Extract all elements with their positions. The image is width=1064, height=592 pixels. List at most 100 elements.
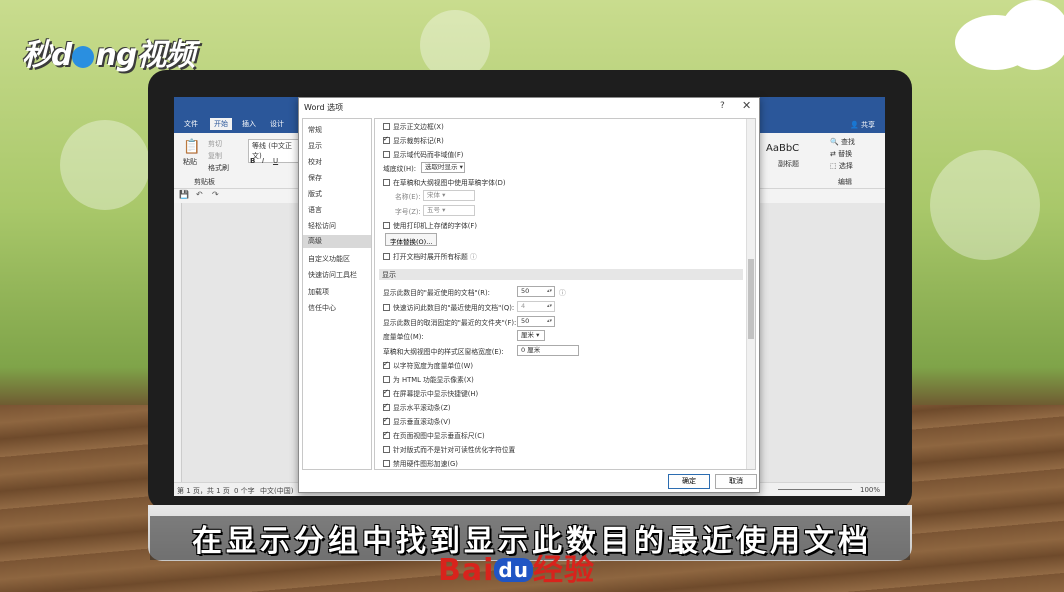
redo-icon[interactable]: ↷ bbox=[212, 190, 219, 199]
checkbox[interactable] bbox=[383, 416, 390, 425]
draft-font-name-select[interactable]: 宋体 ▾ bbox=[423, 190, 475, 201]
options-nav: 常规 显示 校对 保存 版式 语言 轻松访问 高级 自定义功能区 快速访问工具栏… bbox=[302, 118, 372, 470]
language-status[interactable]: 中文(中国) bbox=[260, 486, 293, 496]
find-button[interactable]: 🔍 查找 bbox=[830, 137, 855, 147]
option-draft-font[interactable]: 在草稿和大纲视图中使用草稿字体(D) bbox=[383, 177, 506, 187]
style-subtitle[interactable]: AaBbC bbox=[766, 143, 799, 154]
recent-docs-spinner[interactable]: 50 ▴▾ bbox=[517, 286, 555, 297]
spinner-arrows-icon[interactable]: ▴▾ bbox=[547, 317, 552, 326]
save-icon[interactable]: 💾 bbox=[179, 190, 189, 199]
nav-item-general[interactable]: 常规 bbox=[308, 125, 322, 135]
format-painter-button[interactable]: 格式刷 bbox=[208, 163, 229, 173]
checkbox[interactable] bbox=[383, 123, 390, 130]
info-icon[interactable]: ⓘ bbox=[559, 287, 566, 297]
nav-item-addins[interactable]: 加载项 bbox=[308, 287, 329, 297]
checkbox[interactable] bbox=[383, 446, 390, 453]
zoom-slider[interactable] bbox=[778, 489, 852, 490]
spinner-arrows-icon[interactable]: ▴▾ bbox=[547, 302, 552, 311]
nav-item-advanced[interactable]: 高级 bbox=[303, 235, 371, 248]
checkbox[interactable] bbox=[383, 253, 390, 260]
paste-icon[interactable]: 📋 bbox=[183, 139, 200, 155]
ok-button[interactable]: 确定 bbox=[668, 474, 710, 489]
checkbox[interactable] bbox=[383, 388, 390, 397]
tab-insert[interactable]: 插入 bbox=[242, 119, 256, 129]
cut-button[interactable]: 剪切 bbox=[208, 139, 222, 149]
option-disable-hw-accel[interactable]: 禁用硬件图形加速(G) bbox=[383, 458, 458, 468]
logo-play-icon bbox=[72, 46, 95, 68]
bold-button[interactable]: B bbox=[250, 157, 255, 165]
field-shading-select[interactable]: 选取时显示 ▾ bbox=[421, 162, 465, 173]
option-text-boundaries[interactable]: 显示正文边框(X) bbox=[383, 121, 444, 131]
scrollbar-thumb[interactable] bbox=[748, 259, 754, 339]
tab-home[interactable]: 开始 bbox=[210, 118, 232, 130]
option-field-codes[interactable]: 显示域代码而非域值(F) bbox=[383, 149, 463, 159]
page-count[interactable]: 第 1 页，共 1 页 bbox=[177, 486, 230, 496]
checkbox[interactable] bbox=[383, 304, 390, 311]
nav-item-display[interactable]: 显示 bbox=[308, 141, 322, 151]
quick-access-value: 4 bbox=[521, 302, 526, 310]
checkbox[interactable] bbox=[383, 376, 390, 383]
font-substitution-button[interactable]: 字体替换(O)... bbox=[385, 233, 438, 246]
option-label: 以字符宽度为度量单位(W) bbox=[393, 362, 473, 370]
nav-item-customize-ribbon[interactable]: 自定义功能区 bbox=[308, 254, 350, 264]
word-count[interactable]: 0 个字 bbox=[234, 486, 255, 496]
checkbox[interactable] bbox=[383, 460, 390, 467]
option-expand-headings[interactable]: 打开文档时展开所有标题 ⓘ bbox=[383, 251, 477, 261]
underline-button[interactable]: U bbox=[273, 157, 278, 165]
paste-button[interactable]: 粘贴 bbox=[183, 157, 197, 167]
checkbox[interactable] bbox=[383, 222, 390, 229]
cloud-decoration bbox=[1000, 0, 1064, 70]
nav-item-trust-center[interactable]: 信任中心 bbox=[308, 303, 336, 313]
info-icon[interactable]: ⓘ bbox=[470, 253, 477, 261]
nav-item-language[interactable]: 语言 bbox=[308, 205, 322, 215]
option-optimize-layout[interactable]: 针对版式而不是针对可读性优化字符位置 bbox=[383, 444, 515, 454]
select-button[interactable]: ⬚ 选择 bbox=[830, 161, 853, 171]
option-horizontal-scrollbar[interactable]: 显示水平滚动条(Z) bbox=[383, 402, 451, 412]
option-printer-fonts[interactable]: 使用打印机上存储的字体(F) bbox=[383, 220, 477, 230]
checkbox[interactable] bbox=[383, 179, 390, 186]
option-html-pixels[interactable]: 为 HTML 功能显示像素(X) bbox=[383, 374, 474, 384]
share-button[interactable]: 👤 共享 bbox=[850, 120, 875, 130]
replace-button[interactable]: ⇄ 替换 bbox=[830, 149, 852, 159]
option-quick-access-recent[interactable]: 快速访问此数目的"最近使用的文档"(Q): bbox=[383, 302, 514, 312]
nav-item-layout[interactable]: 版式 bbox=[308, 189, 322, 199]
option-label: 显示裁剪标记(R) bbox=[393, 137, 444, 145]
draft-font-size-select[interactable]: 五号 ▾ bbox=[423, 205, 475, 216]
option-char-width-units[interactable]: 以字符宽度为度量单位(W) bbox=[383, 360, 473, 370]
option-vertical-scrollbar[interactable]: 显示垂直滚动条(V) bbox=[383, 416, 451, 426]
help-button[interactable]: ? bbox=[720, 101, 725, 111]
advanced-options-panel: 显示正文边框(X) 显示裁剪标记(R) 显示域代码而非域值(F) 域底纹(H):… bbox=[374, 118, 756, 470]
recent-folders-value: 50 bbox=[521, 317, 530, 325]
unit-select[interactable]: 厘米 ▾ bbox=[517, 330, 545, 341]
option-label: 使用打印机上存储的字体(F) bbox=[393, 222, 477, 230]
close-icon[interactable]: ✕ bbox=[742, 99, 751, 112]
options-scrollbar[interactable] bbox=[746, 119, 755, 469]
style-width-input[interactable]: 0 厘米 bbox=[517, 345, 579, 356]
option-label: 在屏幕提示中显示快捷键(H) bbox=[393, 390, 479, 398]
nav-item-quick-access[interactable]: 快速访问工具栏 bbox=[308, 270, 357, 280]
option-shortcut-keys[interactable]: 在屏幕提示中显示快捷键(H) bbox=[383, 388, 478, 398]
checkbox[interactable] bbox=[383, 151, 390, 158]
tab-file[interactable]: 文件 bbox=[184, 119, 198, 129]
checkbox[interactable] bbox=[383, 402, 390, 411]
field-shading-value: 选取时显示 bbox=[425, 163, 458, 171]
zoom-level[interactable]: 100% bbox=[860, 486, 880, 494]
checkbox[interactable] bbox=[383, 430, 390, 439]
quick-access-spinner[interactable]: 4 ▴▾ bbox=[517, 301, 555, 312]
copy-button[interactable]: 复制 bbox=[208, 151, 222, 161]
checkbox[interactable] bbox=[383, 135, 390, 144]
nav-item-proofing[interactable]: 校对 bbox=[308, 157, 322, 167]
background-bokeh bbox=[60, 120, 150, 210]
spinner-arrows-icon[interactable]: ▴▾ bbox=[547, 287, 552, 296]
undo-icon[interactable]: ↶ bbox=[196, 190, 203, 199]
option-vertical-ruler[interactable]: 在页面视图中显示垂直标尺(C) bbox=[383, 430, 485, 440]
italic-button[interactable]: I bbox=[262, 157, 264, 165]
cancel-button[interactable]: 取消 bbox=[715, 474, 757, 489]
checkbox[interactable] bbox=[383, 360, 390, 369]
option-crop-marks[interactable]: 显示裁剪标记(R) bbox=[383, 135, 444, 145]
recent-folders-spinner[interactable]: 50 ▴▾ bbox=[517, 316, 555, 327]
nav-item-save[interactable]: 保存 bbox=[308, 173, 322, 183]
tab-design[interactable]: 设计 bbox=[270, 119, 284, 129]
nav-item-accessibility[interactable]: 轻松访问 bbox=[308, 221, 336, 231]
recent-docs-label: 显示此数目的"最近使用的文档"(R): bbox=[383, 289, 490, 297]
